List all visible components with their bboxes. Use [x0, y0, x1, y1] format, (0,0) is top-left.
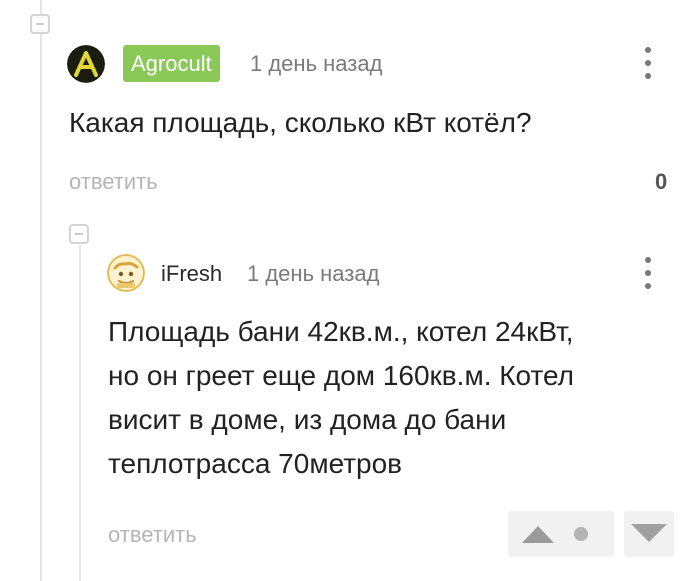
collapse-thread-1-icon[interactable] [30, 14, 50, 34]
triangle-up-icon[interactable] [520, 523, 556, 545]
author-name-ifresh[interactable]: iFresh [161, 261, 222, 287]
thread-rail-1 [40, 0, 42, 581]
comment-text: Площадь бани 42кв.м., котел 24кВт, но он… [108, 310, 574, 486]
rating-count: 0 [655, 169, 668, 194]
comment-line: висит в доме, из дома до бани [108, 404, 507, 435]
thread-rail-2 [79, 245, 81, 581]
reply-link[interactable]: ответить [108, 522, 197, 548]
collapse-thread-2-icon[interactable] [69, 224, 89, 244]
comment-time: 1 день назад [247, 261, 380, 286]
more-vertical-icon[interactable] [643, 47, 653, 81]
author-name: Agrocult [131, 51, 212, 76]
more-vertical-icon[interactable] [643, 257, 653, 291]
comment-line: но он греет еще дом 160кв.м. Котел [108, 360, 575, 391]
comment-time: 1 день назад [250, 51, 383, 76]
comment-line: теплотрасса 70метров [108, 448, 403, 479]
author-badge-agrocult[interactable]: Agrocult [123, 45, 220, 82]
avatar-ifresh[interactable] [107, 254, 145, 292]
triangle-down-icon [631, 524, 667, 542]
comment-line: Площадь бани 42кв.м., котел 24кВт, [108, 316, 574, 347]
reply-link[interactable]: ответить [69, 169, 158, 195]
vote-neutral-dot-icon [574, 527, 588, 541]
comment-text: Какая площадь, сколько кВт котёл? [69, 107, 532, 138]
downvote-button[interactable] [624, 511, 674, 557]
vote-controls [508, 511, 614, 557]
avatar-agrocult[interactable] [67, 45, 105, 83]
